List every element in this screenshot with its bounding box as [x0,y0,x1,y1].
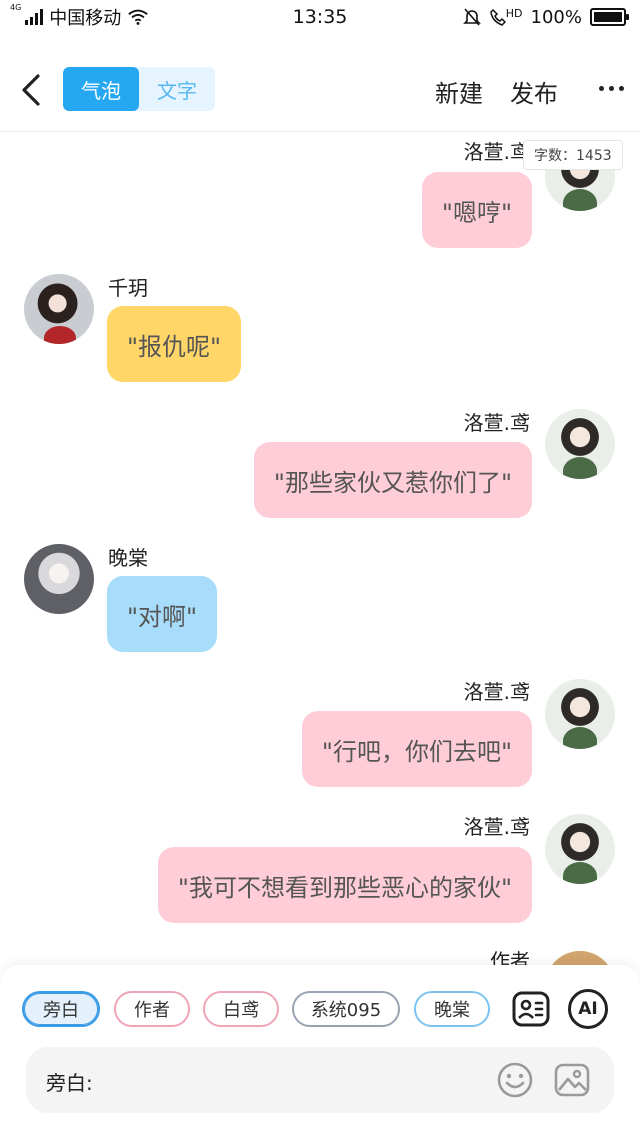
message-bubble[interactable]: "我可不想看到那些恶心的家伙" [157,847,532,923]
compose-panel: 旁白 作者 白鸢 系统095 晚棠 AI 旁白: [0,965,640,1138]
avatar[interactable] [545,679,615,749]
mode-tabs: 气泡 文字 [63,67,215,111]
word-count-badge: 字数：1453 [523,140,623,170]
message-bubble[interactable]: "对啊" [107,576,218,652]
avatar[interactable] [24,274,94,344]
battery-percent: 100% [530,6,582,28]
message-sender: 千玥 [108,276,148,300]
tab-text[interactable]: 文字 [139,67,215,111]
emoji-icon[interactable] [496,1061,534,1099]
message-sender: 洛萱.鸢 [463,815,530,839]
image-icon[interactable] [553,1061,591,1099]
wifi-icon [128,9,149,25]
message-sender: 洛萱.鸢 [463,411,530,435]
signal-icon [25,9,44,25]
status-right: HD 100% [462,6,629,28]
tab-bubble[interactable]: 气泡 [63,67,139,111]
battery-icon [590,8,629,26]
message-bubble[interactable]: "报仇呢" [107,306,242,382]
message-input[interactable]: 旁白: [26,1047,614,1113]
role-chip-narration[interactable]: 旁白 [22,991,100,1027]
network-type: 4G [10,3,22,12]
status-left: 4G 中国移动 [10,4,149,30]
avatar[interactable] [545,951,615,965]
carrier-name: 中国移动 [49,8,122,29]
new-button[interactable]: 新建 [435,74,483,109]
message-sender: 洛萱.鸢 [463,140,530,164]
role-chip-system095[interactable]: 系统095 [292,991,400,1027]
message-bubble[interactable]: "嗯哼" [421,172,532,248]
publish-button[interactable]: 发布 [510,74,558,109]
role-chip-wantang[interactable]: 晚棠 [414,991,490,1027]
hd-call-icon: HD [489,6,523,26]
avatar[interactable] [545,409,615,479]
chat-area[interactable]: 洛萱.鸢 字数：1453 "嗯哼" 千玥 "报仇呢" 洛萱.鸢 "那些家伙又惹你… [0,133,640,965]
ai-icon[interactable]: AI [568,989,608,1029]
role-chip-baiyuan[interactable]: 白鸢 [203,991,279,1027]
hd-label: HD [505,6,523,20]
message-bubble[interactable]: "行吧，你们去吧" [301,711,532,787]
avatar[interactable] [24,544,94,614]
message-sender: 晚棠 [108,546,148,570]
more-icon[interactable] [599,86,624,91]
top-bar: 气泡 文字 新建 发布 [0,50,640,132]
avatar[interactable] [545,814,615,884]
role-chip-author[interactable]: 作者 [114,991,190,1027]
input-role-label: 旁白: [46,1071,93,1095]
message-sender: 洛萱.鸢 [463,680,530,704]
status-time: 13:35 [292,6,348,28]
contact-card-icon[interactable] [511,989,551,1029]
message-bubble[interactable]: "那些家伙又惹你们了" [253,442,532,518]
message-sender: 作者 [490,949,530,965]
status-bar: 4G 中国移动 13:35 HD 100% [0,0,640,34]
mute-icon [462,8,481,26]
back-icon[interactable] [14,70,50,110]
